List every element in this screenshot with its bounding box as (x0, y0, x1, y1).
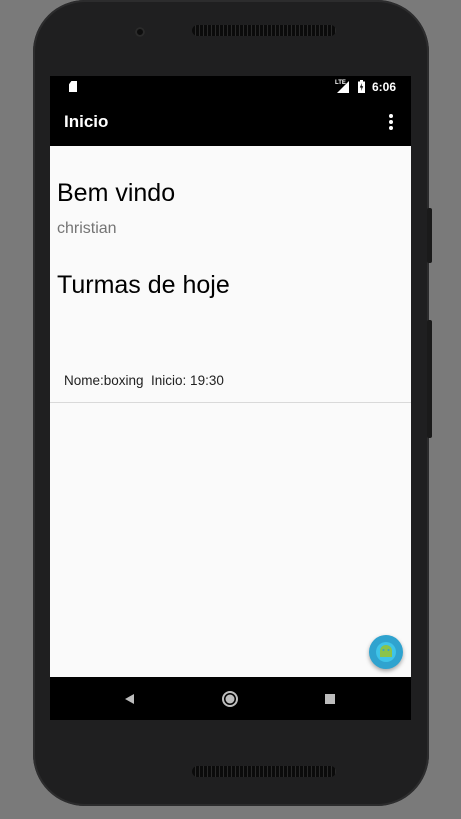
status-bar: LTE 6:06 (50, 76, 411, 98)
battery-charging-icon (358, 80, 365, 93)
class-row-text: Nome:boxing Inicio: 19:30 (64, 373, 224, 388)
android-fab-button[interactable] (369, 635, 403, 669)
page-title: Inicio (64, 112, 109, 131)
more-vert-icon[interactable] (382, 110, 400, 134)
device-screen: LTE 6:06 Inicio Bem vindo christian Turm… (50, 76, 411, 720)
sd-card-icon (69, 81, 77, 92)
status-time: 6:06 (372, 80, 397, 94)
signal-icon (337, 81, 349, 93)
list-item[interactable]: Nome:boxing Inicio: 19:30 (50, 362, 411, 403)
android-icon (380, 645, 392, 657)
section-title: Turmas de hoje (57, 271, 230, 299)
bottom-speaker (192, 766, 336, 777)
top-speaker (192, 25, 336, 36)
app-bar: Inicio (50, 98, 411, 146)
welcome-title: Bem vindo (57, 179, 176, 207)
volume-button (427, 208, 432, 263)
back-triangle-icon[interactable] (118, 687, 142, 711)
recents-square-icon[interactable] (318, 687, 342, 711)
navigation-bar (50, 677, 411, 720)
home-circle-icon[interactable] (218, 687, 242, 711)
user-name: christian (57, 220, 117, 237)
power-button (427, 320, 432, 438)
front-camera (135, 27, 145, 37)
